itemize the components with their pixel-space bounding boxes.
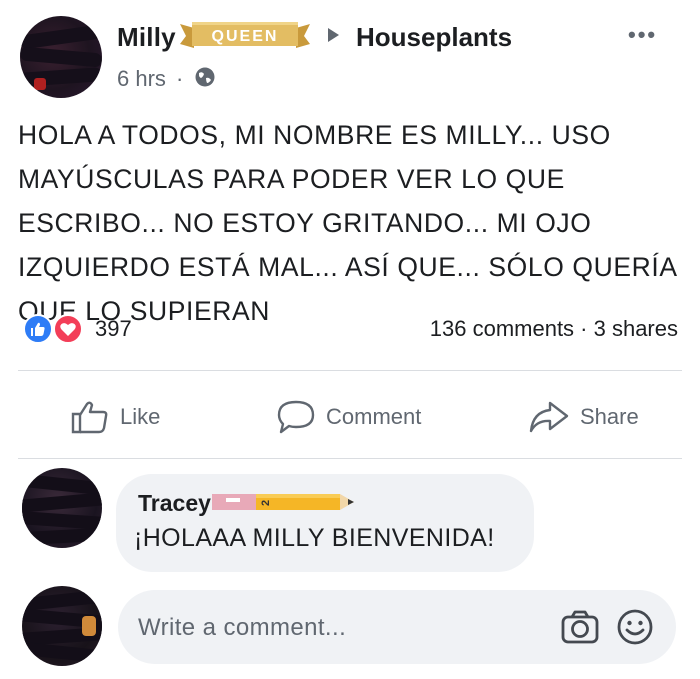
like-label: Like bbox=[120, 404, 161, 429]
like-button[interactable]: Like bbox=[70, 400, 160, 434]
globe-icon bbox=[195, 67, 215, 87]
thumbs-up-icon bbox=[71, 401, 108, 434]
share-label: Share bbox=[580, 404, 639, 429]
group-name[interactable]: Houseplants bbox=[356, 22, 512, 53]
divider bbox=[18, 370, 682, 371]
comment-input-placeholder[interactable]: Write a comment... bbox=[138, 614, 346, 642]
share-arrow-icon bbox=[529, 401, 569, 433]
post-time[interactable]: 6 hrs bbox=[117, 66, 166, 92]
reaction-count[interactable]: 397 bbox=[95, 316, 132, 342]
queen-badge-icon: QUEEN bbox=[180, 22, 310, 48]
comment-text: ¡HOLAAA MILLY BIENVENIDA! bbox=[134, 524, 495, 552]
post-text: HOLA A TODOS, MI NOMBRE ES MILLY... USO … bbox=[18, 120, 677, 326]
comments-shares-count[interactable]: 136 comments · 3 shares bbox=[430, 316, 678, 342]
time-separator: · bbox=[176, 66, 184, 91]
commenter-name[interactable]: Tracey bbox=[138, 490, 211, 517]
comment-bubble-icon bbox=[277, 400, 315, 434]
badge-text: QUEEN bbox=[212, 28, 279, 45]
like-reaction-icon[interactable] bbox=[23, 314, 53, 344]
comment-label: Comment bbox=[326, 404, 422, 429]
more-options-icon[interactable]: ••• bbox=[628, 22, 657, 48]
camera-icon[interactable] bbox=[560, 608, 600, 646]
comment-button[interactable]: Comment bbox=[276, 400, 421, 434]
divider bbox=[18, 458, 682, 459]
love-reaction-icon[interactable] bbox=[53, 314, 83, 344]
author-name[interactable]: Milly bbox=[117, 22, 176, 53]
emoji-icon[interactable] bbox=[616, 608, 654, 646]
pencil-sticker-icon: 2 bbox=[212, 494, 354, 510]
share-button[interactable]: Share bbox=[528, 400, 639, 434]
commenter-avatar[interactable] bbox=[22, 468, 102, 548]
arrow-right-icon bbox=[328, 28, 339, 42]
author-avatar[interactable] bbox=[20, 16, 102, 98]
current-user-avatar[interactable] bbox=[22, 586, 102, 666]
sticker-number: 2 bbox=[260, 500, 272, 506]
